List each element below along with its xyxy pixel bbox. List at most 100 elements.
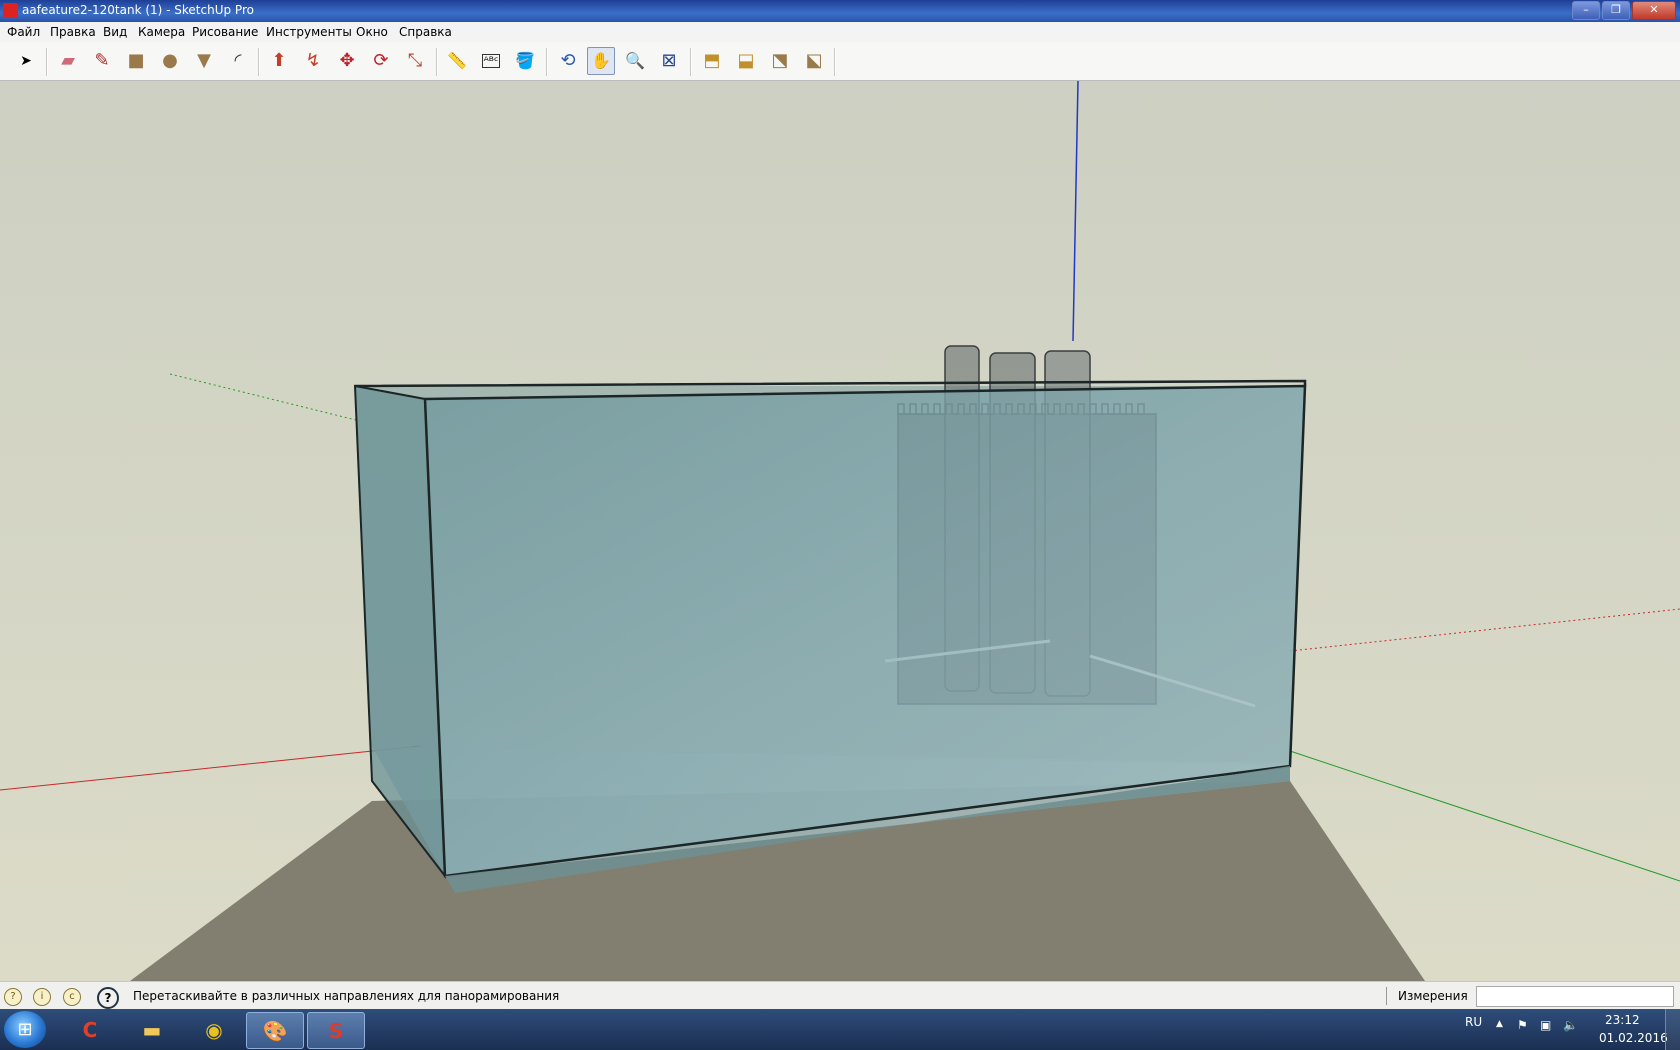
windows-logo-icon: ⊞ xyxy=(17,1019,33,1040)
orbit-icon: ⟲ xyxy=(560,50,576,71)
zoom-extents-icon: ⊠ xyxy=(661,50,677,71)
warehouse-share-model[interactable]: ⬓ xyxy=(732,47,760,75)
geo-location-icon[interactable]: ? xyxy=(4,988,22,1006)
title-bar: aafeature2-120tank (1) - SketchUp Pro – … xyxy=(0,0,1680,22)
zoom-extents-tool[interactable]: ⊠ xyxy=(655,47,683,75)
orbit-tool[interactable]: ⟲ xyxy=(554,47,582,75)
taskbar-ccleaner[interactable]: C xyxy=(62,1012,118,1047)
circle-tool[interactable]: ● xyxy=(156,47,184,75)
credits-icon[interactable]: i xyxy=(33,988,51,1006)
menu-view[interactable]: Вид xyxy=(103,25,127,39)
menu-edit[interactable]: Правка xyxy=(50,25,96,39)
measurements-label: Измерения xyxy=(1398,989,1468,1003)
move-tool[interactable]: ✥ xyxy=(333,47,361,75)
language-indicator[interactable]: RU xyxy=(1465,1015,1482,1029)
share-component-icon: ⬕ xyxy=(805,50,823,71)
volume-icon[interactable]: 🔈 xyxy=(1563,1018,1578,1032)
ccleaner-icon: C xyxy=(82,1017,98,1042)
follow-me-tool[interactable]: ↯ xyxy=(299,47,327,75)
share-component[interactable]: ⬕ xyxy=(800,47,828,75)
toolbar: ➤ ▰ ✎ ■ ● ▼ ◜ ⬆ ↯ ✥ ⟳ ⤡ 📏 ᴬᴮᶜ 🪣 ⟲ ✋ 🔍 ⊠ … xyxy=(0,42,1680,81)
toolbar-separator xyxy=(834,48,836,76)
maximize-button[interactable]: ❐ xyxy=(1602,1,1630,20)
sketchup-app-icon xyxy=(3,3,18,18)
taskbar-chrome[interactable]: ◉ xyxy=(186,1012,242,1047)
menu-tools[interactable]: Инструменты xyxy=(266,25,352,39)
text-tool[interactable]: ᴬᴮᶜ xyxy=(477,47,505,75)
status-hint: Перетаскивайте в различных направлениях … xyxy=(133,989,560,1003)
eraser-tool[interactable]: ▰ xyxy=(54,47,82,75)
paint-bucket-tool[interactable]: 🪣 xyxy=(511,47,539,75)
tape-measure-tool[interactable]: 📏 xyxy=(443,47,471,75)
rectangle-tool[interactable]: ■ xyxy=(122,47,150,75)
rotate-icon: ⟳ xyxy=(373,50,389,71)
arrow-cursor-icon: ➤ xyxy=(20,53,32,69)
status-divider xyxy=(1386,987,1387,1005)
show-desktop-button[interactable] xyxy=(1665,1009,1680,1050)
extension-warehouse[interactable]: ⬔ xyxy=(766,47,794,75)
taskbar: ⊞ C ▬ ◉ 🎨 S RU ▲ ⚑ ▣ 🔈 23:12 01.02.2016 xyxy=(0,1009,1680,1050)
minimize-button[interactable]: – xyxy=(1572,1,1600,20)
arc-tool[interactable]: ◜ xyxy=(224,47,252,75)
hand-icon: ✋ xyxy=(591,51,611,70)
menu-camera[interactable]: Камера xyxy=(138,25,185,39)
tape-measure-icon: 📏 xyxy=(447,51,467,70)
model-viewport[interactable] xyxy=(0,80,1680,981)
follow-me-icon: ↯ xyxy=(305,50,321,71)
scene-canvas xyxy=(0,80,1680,981)
status-bar: ? i c ? Перетаскивайте в различных напра… xyxy=(0,981,1680,1010)
magnifier-icon: 🔍 xyxy=(625,51,645,70)
clock-time[interactable]: 23:12 xyxy=(1605,1013,1640,1027)
pencil-icon: ✎ xyxy=(94,50,110,71)
warehouse-icon: ⬒ xyxy=(703,50,721,71)
menu-draw[interactable]: Рисование xyxy=(192,25,258,39)
push-pull-icon: ⬆ xyxy=(271,50,287,71)
text-label-icon: ᴬᴮᶜ xyxy=(481,54,501,68)
select-tool[interactable]: ➤ xyxy=(12,47,40,75)
scale-tool[interactable]: ⤡ xyxy=(401,47,429,75)
pan-tool[interactable]: ✋ xyxy=(587,47,615,75)
network-icon[interactable]: ▣ xyxy=(1540,1018,1551,1032)
action-center-flag-icon[interactable]: ⚑ xyxy=(1517,1018,1528,1032)
taskbar-sketchup[interactable]: S xyxy=(307,1012,365,1049)
show-hidden-icons-icon[interactable]: ▲ xyxy=(1496,1019,1503,1029)
polygon-tool[interactable]: ▼ xyxy=(190,47,218,75)
push-pull-tool[interactable]: ⬆ xyxy=(265,47,293,75)
toolbar-separator xyxy=(690,48,692,76)
sketchup-icon: S xyxy=(328,1018,344,1043)
paint-bucket-icon: 🪣 xyxy=(515,51,535,70)
taskbar-explorer[interactable]: ▬ xyxy=(124,1012,180,1047)
toolbar-separator xyxy=(46,48,48,76)
rectangle-icon: ■ xyxy=(127,50,145,71)
arc-icon: ◜ xyxy=(234,50,242,71)
menu-file[interactable]: Файл xyxy=(7,25,40,39)
taskbar-paint[interactable]: 🎨 xyxy=(246,1012,304,1049)
extension-warehouse-icon: ⬔ xyxy=(771,50,789,71)
pencil-tool[interactable]: ✎ xyxy=(88,47,116,75)
zoom-tool[interactable]: 🔍 xyxy=(621,47,649,75)
toolbar-separator xyxy=(546,48,548,76)
measurements-input[interactable] xyxy=(1476,986,1674,1007)
scale-icon: ⤡ xyxy=(407,50,423,71)
menu-help[interactable]: Справка xyxy=(399,25,452,39)
polygon-icon: ▼ xyxy=(197,50,211,71)
move-icon: ✥ xyxy=(339,50,355,71)
window-controls: – ❐ ✕ xyxy=(1572,1,1676,20)
eraser-icon: ▰ xyxy=(61,50,75,71)
clock-date[interactable]: 01.02.2016 xyxy=(1599,1031,1668,1045)
close-button[interactable]: ✕ xyxy=(1632,1,1676,20)
start-button[interactable]: ⊞ xyxy=(4,1011,46,1048)
sign-in-icon[interactable]: c xyxy=(63,988,81,1006)
toolbar-separator xyxy=(436,48,438,76)
toolbar-separator xyxy=(258,48,260,76)
menu-window[interactable]: Окно xyxy=(356,25,388,39)
rotate-tool[interactable]: ⟳ xyxy=(367,47,395,75)
window-title: aafeature2-120tank (1) - SketchUp Pro xyxy=(22,3,254,17)
paint-icon: 🎨 xyxy=(262,1018,288,1043)
warehouse-get-models[interactable]: ⬒ xyxy=(698,47,726,75)
circle-icon: ● xyxy=(162,50,178,71)
chrome-icon: ◉ xyxy=(205,1017,223,1042)
menu-bar: Файл Правка Вид Камера Рисование Инструм… xyxy=(0,22,1680,43)
help-icon[interactable]: ? xyxy=(97,987,119,1009)
file-explorer-icon: ▬ xyxy=(142,1017,162,1042)
